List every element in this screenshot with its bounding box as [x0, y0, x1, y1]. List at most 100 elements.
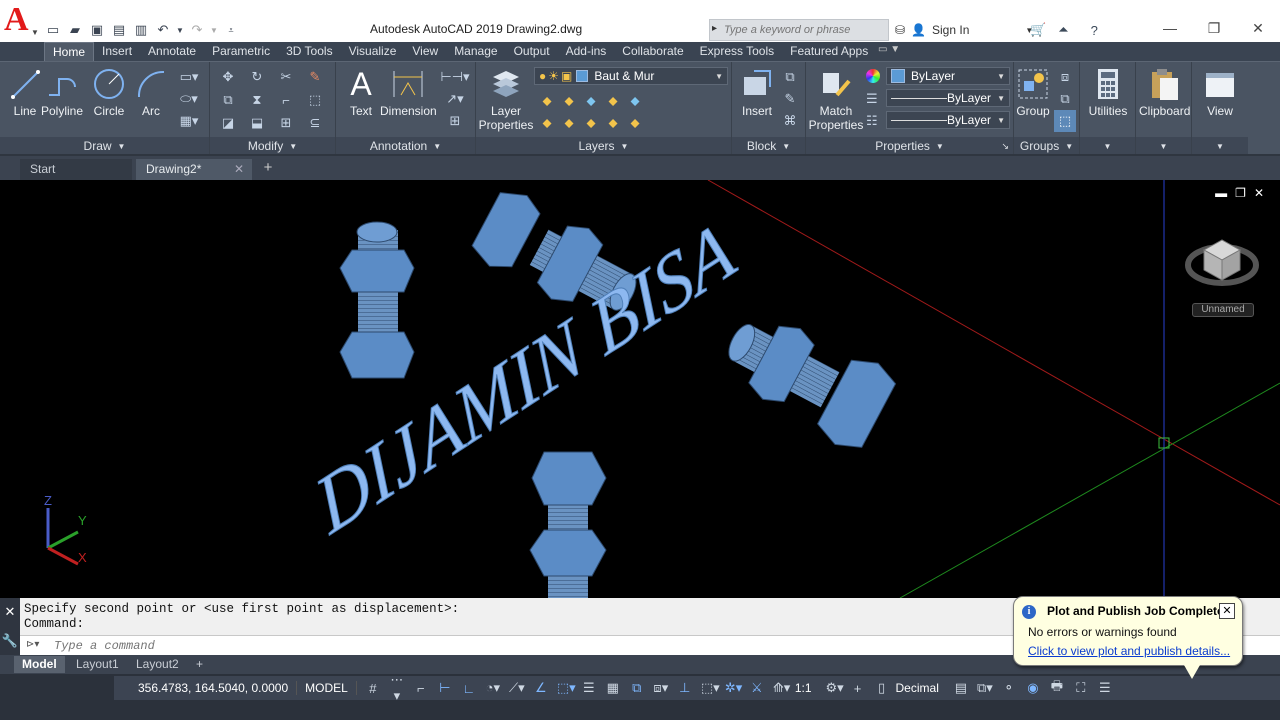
close-tab-icon[interactable]: ✕: [234, 159, 244, 180]
view-expand[interactable]: ▼: [1192, 137, 1248, 155]
tab-add-ins[interactable]: Add-ins: [558, 42, 615, 61]
object-snap-icon[interactable]: ⬚▾: [557, 680, 576, 696]
binoculars-icon[interactable]: ⛁: [895, 23, 905, 37]
clipboard-button[interactable]: Clipboard: [1139, 66, 1190, 118]
leader-icon[interactable]: ↗▾: [438, 88, 472, 110]
isolate-objects-icon[interactable]: ⚬: [1001, 680, 1017, 696]
restore-viewport-icon[interactable]: ❐: [1235, 186, 1246, 200]
plot-status-icon[interactable]: 🖶: [1049, 677, 1065, 699]
help-icon[interactable]: ?: [1091, 23, 1098, 38]
new-layout-button[interactable]: +: [188, 656, 211, 673]
tab-insert[interactable]: Insert: [94, 42, 140, 61]
new-file-icon[interactable]: ▭: [44, 21, 62, 39]
dimension-button[interactable]: Dimension: [380, 66, 437, 118]
layer-freeze-icon[interactable]: ⬥: [580, 90, 602, 112]
undo-icon[interactable]: ↶: [154, 21, 172, 39]
clean-screen-icon[interactable]: ⛶: [1073, 680, 1089, 696]
customization-icon[interactable]: ☰: [1097, 680, 1113, 696]
utilities-expand[interactable]: ▼: [1080, 137, 1135, 155]
undo-dropdown-icon[interactable]: ▼: [176, 21, 184, 39]
edit-block-icon[interactable]: ✎: [778, 88, 802, 110]
offset-icon[interactable]: ⊆: [301, 112, 329, 134]
draw-panel-title[interactable]: Draw ▼: [0, 137, 209, 155]
tab-home[interactable]: Home: [44, 42, 95, 61]
tab-output[interactable]: Output: [506, 42, 558, 61]
arc-button[interactable]: Arc: [126, 66, 176, 118]
file-tab-drawing2[interactable]: Drawing2* ✕: [136, 159, 252, 180]
sign-in-button[interactable]: ⛁ 👤 Sign In ▼: [895, 19, 1033, 41]
close-viewport-icon[interactable]: ✕: [1254, 186, 1264, 200]
model-space-button[interactable]: MODEL: [296, 681, 357, 695]
stretch-icon[interactable]: ◪: [214, 112, 242, 134]
application-menu-button[interactable]: A ▼: [0, 0, 40, 42]
erase-icon[interactable]: ✎: [301, 66, 329, 88]
ellipse-icon[interactable]: ⬭▾: [172, 88, 206, 110]
layer-match-icon[interactable]: ⬥: [624, 90, 646, 112]
tab-manage[interactable]: Manage: [446, 42, 505, 61]
clipboard-expand[interactable]: ▼: [1136, 137, 1191, 155]
layer-off-icon[interactable]: ⬥: [536, 90, 558, 112]
lineweight-dropdown[interactable]: ByLayer ▼: [886, 111, 1010, 129]
gizmo-icon[interactable]: ✲▾: [725, 680, 742, 696]
copy-icon[interactable]: ⧉: [214, 89, 242, 111]
annotation-scale[interactable]: 1:1: [789, 681, 818, 695]
dialog-launcher-icon[interactable]: ↘: [1001, 141, 1009, 152]
wrench-icon[interactable]: 🔧: [2, 633, 18, 649]
object-snap-tracking-icon[interactable]: ∠: [533, 680, 549, 696]
array-icon[interactable]: ⊞: [272, 112, 300, 134]
layer-unisolate-icon[interactable]: ⬥: [558, 112, 580, 134]
tab-visualize[interactable]: Visualize: [341, 42, 405, 61]
layer-unlock-icon[interactable]: ⬥: [602, 112, 624, 134]
grid-icon[interactable]: #: [365, 681, 381, 696]
tab-3d-tools[interactable]: 3D Tools: [278, 42, 340, 61]
create-block-icon[interactable]: ⧉: [778, 66, 802, 88]
tab-model[interactable]: Model: [14, 656, 65, 673]
isodraft-icon[interactable]: ⟋▾: [509, 680, 525, 696]
dynamic-ucs-icon[interactable]: ⊥: [677, 680, 693, 696]
save-as-icon[interactable]: ▤: [110, 21, 128, 39]
color-wheel-icon[interactable]: [866, 69, 880, 83]
cart-icon[interactable]: 🛒: [1030, 22, 1046, 38]
snap-icon[interactable]: ⋯▾: [389, 672, 405, 704]
command-line-handle[interactable]: ✕ 🔧: [0, 598, 20, 655]
rotate-icon[interactable]: ↻: [243, 66, 271, 88]
ribbon-toggle-icon[interactable]: ▭ ▼: [878, 44, 900, 55]
autodesk-a360-icon[interactable]: ⏶: [1058, 22, 1068, 38]
groups-panel-title[interactable]: Groups ▼: [1014, 137, 1079, 155]
tab-express-tools[interactable]: Express Tools: [692, 42, 782, 61]
tab-collaborate[interactable]: Collaborate: [614, 42, 691, 61]
match-properties-button[interactable]: Match Properties: [808, 66, 864, 132]
close-icon[interactable]: ✕: [1236, 14, 1280, 42]
search-input[interactable]: [710, 20, 888, 40]
view-button[interactable]: View: [1195, 66, 1245, 118]
redo-icon[interactable]: ↷: [188, 21, 206, 39]
tab-parametric[interactable]: Parametric: [204, 42, 278, 61]
ortho-icon[interactable]: ∟: [461, 681, 477, 696]
coordinates-readout[interactable]: 356.4783, 164.5040, 0.0000: [114, 681, 296, 695]
move-icon[interactable]: ✥: [214, 66, 242, 88]
layer-isolate-icon[interactable]: ⬥: [558, 90, 580, 112]
fillet-icon[interactable]: ⌐: [272, 89, 300, 111]
tab-layout2[interactable]: Layout2: [128, 656, 187, 673]
modify-panel-title[interactable]: Modify ▼: [210, 137, 335, 155]
tab-annotate[interactable]: Annotate: [140, 42, 204, 61]
group-edit-icon[interactable]: ⧉: [1054, 88, 1076, 110]
minimize-icon[interactable]: —: [1148, 14, 1192, 42]
polar-tracking-icon[interactable]: ◔▾: [485, 680, 501, 696]
trim-icon[interactable]: ✂: [272, 66, 300, 88]
redo-dropdown-icon[interactable]: ▼: [210, 21, 218, 39]
open-folder-icon[interactable]: ▰: [66, 21, 84, 39]
lock-ui-icon[interactable]: ⧉▾: [977, 680, 993, 696]
lineweight-toggle-icon[interactable]: ☰: [581, 680, 597, 696]
hardware-acceleration-icon[interactable]: ◉: [1025, 680, 1041, 696]
ungroup-icon[interactable]: ⧈: [1054, 66, 1076, 88]
linear-dimension-icon[interactable]: ⊢⊣▾: [438, 66, 472, 88]
scale-icon[interactable]: ⬓: [243, 112, 271, 134]
layer-thaw-icon[interactable]: ⬥: [580, 112, 602, 134]
workspace-gear-icon[interactable]: ⚙▾: [826, 680, 844, 696]
save-icon[interactable]: ▣: [88, 21, 106, 39]
drawing-canvas[interactable]: DIJAMIN BISA Z Y X: [0, 180, 1280, 598]
infer-constraints-icon[interactable]: ⌐: [413, 681, 429, 696]
layer-properties-button[interactable]: Layer Properties: [478, 66, 534, 132]
layer-current-icon[interactable]: ⬥: [624, 112, 646, 134]
